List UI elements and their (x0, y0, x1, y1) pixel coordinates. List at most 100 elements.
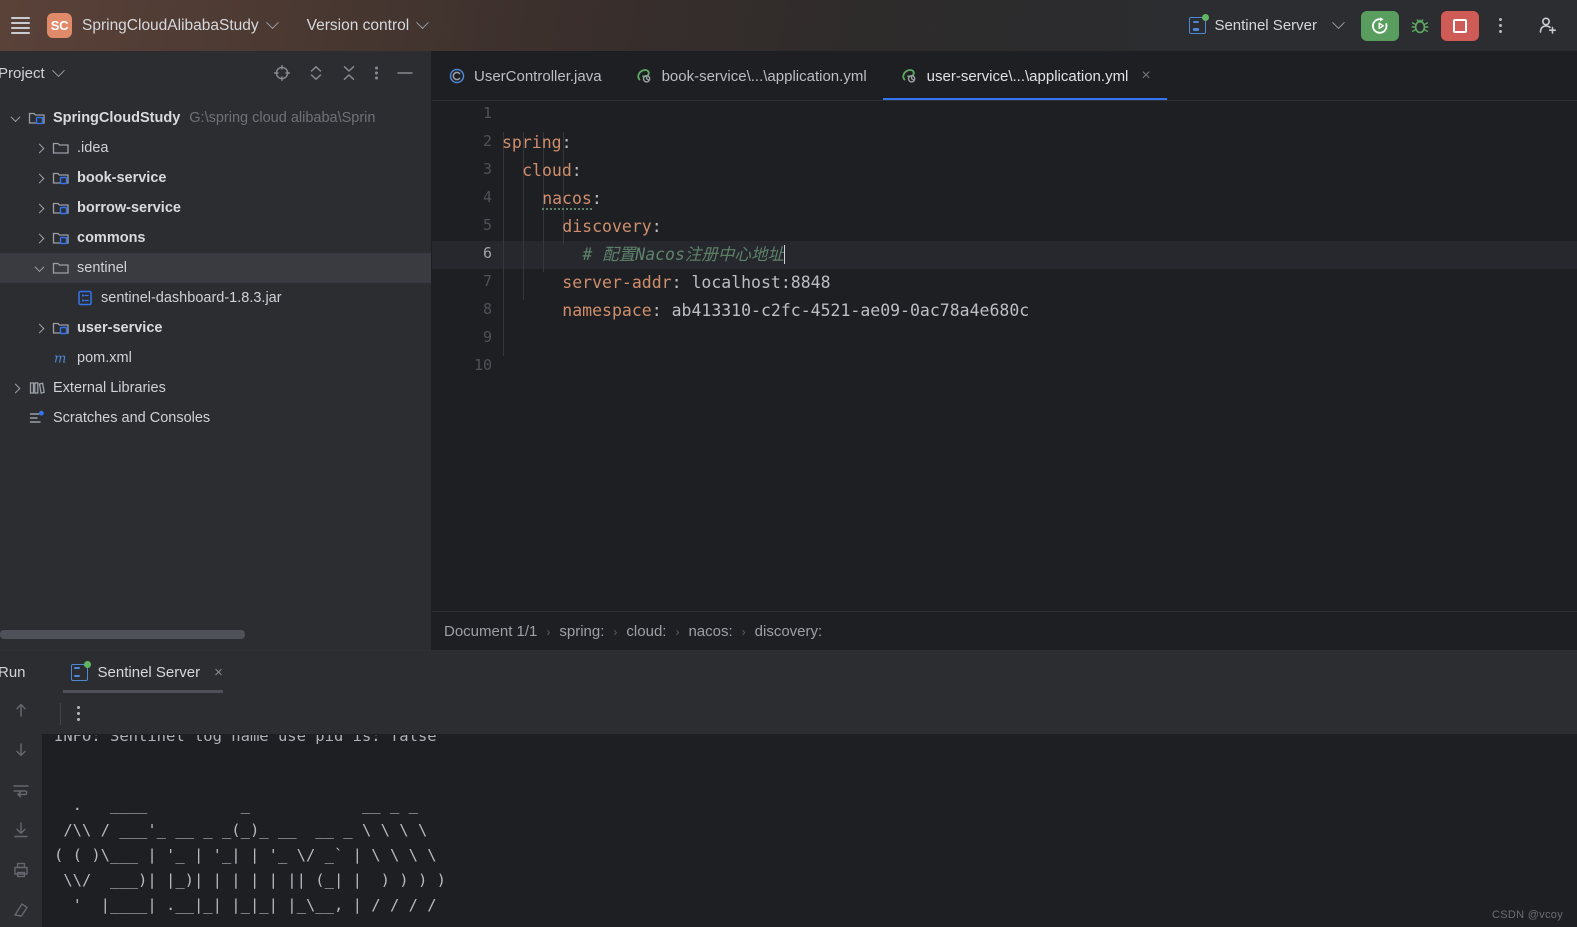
tree-item-label: Scratches and Consoles (53, 410, 211, 426)
project-panel-title[interactable]: Project (0, 63, 65, 82)
line-number: 8 (482, 300, 492, 318)
editor-tab-usercontroller-java[interactable]: UserController.java (432, 51, 618, 101)
project-name-label[interactable]: SpringCloudAlibabaStudy (82, 17, 259, 35)
run-config-chevron-down-icon[interactable] (1332, 16, 1345, 30)
line-number: 10 (473, 356, 492, 374)
version-control-menu[interactable]: Version control (307, 16, 430, 35)
console-banner-line: ( ( )\___ | '_ | '_| | '_ \/ _` | \ \ \ … (54, 846, 437, 864)
scratches-icon (26, 409, 48, 427)
console-blank-gap (54, 749, 1577, 793)
folder-icon (50, 259, 72, 277)
code-token: discovery (562, 217, 652, 236)
run-tab-sentinel-server[interactable]: Sentinel Server × (62, 651, 224, 693)
tree-item-label: pom.xml (77, 350, 132, 366)
line-number: 4 (482, 188, 492, 206)
run-panel-more-icon[interactable] (77, 706, 80, 721)
tree-item-sentinel-dashboard-1-8-3-jar[interactable]: sentinel-dashboard-1.8.3.jar (0, 283, 432, 313)
module-folder-icon (50, 229, 72, 247)
breadcrumb: Document 1/1 › spring: › cloud: › nacos: › disco… (432, 611, 1577, 651)
editor-tab-label: book-service\...\application.yml (661, 67, 867, 85)
chevron-right-icon[interactable] (28, 205, 50, 212)
scroll-down-icon[interactable] (10, 739, 32, 761)
line-number: 7 (482, 272, 492, 290)
soft-wrap-icon[interactable] (10, 779, 32, 801)
breadcrumb-item[interactable]: cloud: (626, 623, 666, 640)
tree-item-external-libraries[interactable]: External Libraries (0, 373, 432, 403)
expand-collapse-icon[interactable] (308, 64, 324, 82)
vcs-chevron-down-icon[interactable] (416, 16, 430, 30)
console-output[interactable]: INFO: Sentinel log name use pid is: fals… (42, 735, 1577, 927)
breadcrumb-item[interactable]: Document 1/1 (444, 623, 537, 640)
tree-item-springcloudstudy[interactable]: SpringCloudStudy G:\spring cloud alibaba\… (0, 103, 432, 133)
breadcrumb-item[interactable]: spring: (559, 623, 604, 640)
breadcrumb-item[interactable]: nacos: (688, 623, 732, 640)
editor-tab-bar: UserController.java book-service\...\appl… (432, 51, 1577, 101)
line-number: 6 (482, 244, 492, 262)
run-panel-side-toolbar (0, 693, 42, 927)
chevron-right-icon[interactable] (28, 235, 50, 242)
tree-item-sentinel[interactable]: sentinel (0, 253, 432, 283)
tree-item-idea[interactable]: .idea (0, 133, 432, 163)
tree-item-borrow-service[interactable]: borrow-service (0, 193, 432, 223)
debug-button[interactable] (1405, 11, 1435, 41)
chevron-down-icon[interactable] (28, 265, 50, 272)
code-line: discovery: (562, 213, 661, 241)
more-actions-button[interactable] (1487, 11, 1513, 41)
tree-item-label: borrow-service (77, 200, 181, 216)
run-tool-window: Run Sentinel Server × INFO: Sentinel log… (0, 651, 1577, 927)
chevron-right-icon[interactable] (28, 145, 50, 152)
scroll-to-end-icon[interactable] (10, 819, 32, 841)
chevron-right-icon[interactable] (28, 325, 50, 332)
spring-boot-run-icon (1189, 14, 1210, 34)
options-more-icon[interactable] (374, 64, 379, 82)
tree-item-label: sentinel-dashboard-1.8.3.jar (101, 290, 282, 306)
editor-tab-book-service-application-yml[interactable]: book-service\...\application.yml (618, 51, 883, 101)
text-caret (783, 245, 786, 264)
code-line: # 配置Nacos注册中心地址 (582, 241, 786, 269)
tree-item-book-service[interactable]: book-service (0, 163, 432, 193)
tree-item-scratches-and-consoles[interactable]: Scratches and Consoles (0, 403, 432, 433)
run-configuration-selector[interactable]: Sentinel Server (1189, 14, 1345, 34)
breadcrumb-item[interactable]: discovery: (755, 623, 823, 640)
tree-item-pom-xml[interactable]: m pom.xml (0, 343, 432, 373)
chevron-down-icon[interactable] (4, 115, 26, 122)
chevron-right-icon[interactable] (4, 385, 26, 392)
line-number: 9 (482, 328, 492, 346)
spring-yaml-icon (899, 67, 919, 85)
collapse-all-icon[interactable] (341, 64, 357, 82)
editor-tab-close-icon[interactable]: × (1141, 68, 1150, 84)
code-token: : (651, 217, 662, 236)
stop-button[interactable] (1441, 10, 1479, 41)
svg-text:m: m (54, 352, 66, 367)
hamburger-menu-icon[interactable] (3, 17, 37, 34)
indent-guide (503, 132, 504, 356)
tree-item-user-service[interactable]: user-service (0, 313, 432, 343)
print-icon[interactable] (10, 859, 32, 881)
project-panel-chevron-down-icon[interactable] (51, 63, 65, 78)
editor-tab-user-service-application-yml[interactable]: user-service\...\application.yml × (882, 51, 1167, 101)
chevron-right-icon[interactable] (28, 175, 50, 182)
run-button[interactable] (1361, 10, 1399, 41)
stop-square-icon (1453, 18, 1467, 33)
tree-item-label: SpringCloudStudy (53, 110, 181, 126)
code-token: cloud (522, 161, 572, 180)
code-line: cloud: (522, 157, 582, 185)
scroll-up-icon[interactable] (10, 699, 32, 721)
hide-panel-icon[interactable] (396, 64, 414, 82)
add-account-button[interactable] (1527, 11, 1567, 41)
title-bar: SC SpringCloudAlibabaStudy Version contr… (0, 0, 1577, 51)
tree-item-commons[interactable]: commons (0, 223, 432, 253)
watermark: CSDN @vcoy (1491, 909, 1563, 921)
clear-all-icon[interactable] (10, 899, 32, 921)
project-horizontal-scrollbar[interactable] (0, 630, 245, 639)
code-line: spring: (502, 129, 572, 157)
code-token: server-addr (562, 273, 672, 292)
editor-area: UserController.java book-service\...\appl… (432, 51, 1577, 651)
jar-file-icon (74, 290, 96, 306)
code-token: spring (502, 133, 562, 152)
run-tab-close-icon[interactable]: × (214, 664, 223, 681)
spring-boot-run-icon (70, 660, 91, 681)
select-opened-file-icon[interactable] (273, 64, 291, 82)
code-editor[interactable]: 1 2 3 4 5 6 7 8 9 10 spring: cloud: nacos: discovery… (432, 101, 1577, 631)
project-chevron-down-icon[interactable] (265, 16, 279, 30)
